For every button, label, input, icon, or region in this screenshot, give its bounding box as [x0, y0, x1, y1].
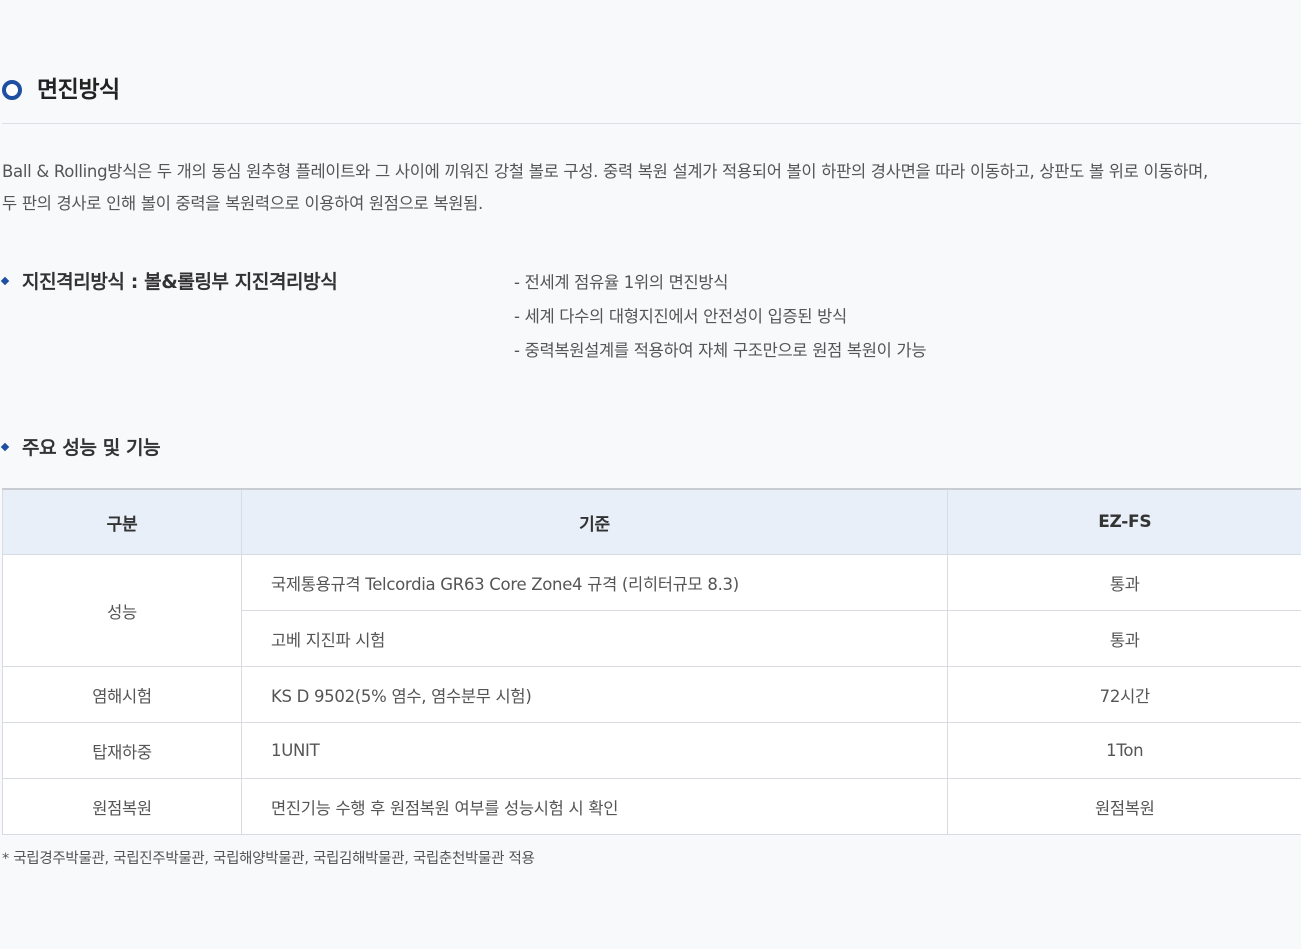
circle-bullet-icon: [2, 80, 22, 100]
section-title: 면진방식: [37, 77, 120, 103]
category-cell: 염해시험: [2, 666, 242, 723]
performance-title-row: 주요 성능 및 기능: [0, 432, 1301, 464]
table-header-row: 구분 기준 EZ-FS: [2, 488, 1301, 555]
standard-cell: 고베 지진파 시험: [241, 610, 948, 667]
footnote: * 국립경주박물관, 국립진주박물관, 국립해양박물관, 국립김해박물관, 국립…: [2, 851, 535, 867]
performance-table: 구분 기준 EZ-FS 성능 국제통용규격 Telcordia GR63 Cor…: [2, 488, 1301, 835]
column-header-result: EZ-FS: [947, 488, 1301, 555]
list-item: - 중력복원설계를 적용하여 자체 구조만으로 원점 복원이 가능: [514, 341, 927, 360]
performance-title: 주요 성능 및 기능: [22, 437, 161, 459]
category-cell: 탑재하중: [2, 722, 242, 779]
performance-table-wrapper: 구분 기준 EZ-FS 성능 국제통용규격 Telcordia GR63 Cor…: [2, 488, 1301, 835]
list-item: - 세계 다수의 대형지진에서 안전성이 입증된 방식: [514, 307, 847, 326]
list-item: - 전세계 점유율 1위의 면진방식: [514, 273, 729, 292]
category-cell: 성능: [2, 554, 242, 667]
category-cell: 원점복원: [2, 778, 242, 835]
standard-cell: KS D 9502(5% 염수, 염수분무 시험): [241, 666, 948, 723]
isolation-method: 지진격리방식 : 볼&롤링부 지진격리방식 - 전세계 점유율 1위의 면진방식…: [0, 266, 1301, 368]
result-cell: 72시간: [947, 666, 1301, 723]
table-row: 성능 국제통용규격 Telcordia GR63 Core Zone4 규격 (…: [2, 554, 1301, 667]
table-row: 염해시험 KS D 9502(5% 염수, 염수분무 시험) 72시간: [2, 666, 1301, 723]
standard-cell: 국제통용규격 Telcordia GR63 Core Zone4 규격 (리히터…: [241, 554, 948, 611]
result-cell: 1Ton: [947, 722, 1301, 779]
result-cell: 통과: [947, 554, 1301, 611]
description-line: 두 판의 경사로 인해 볼이 중력을 복원력으로 이용하여 원점으로 복원됨.: [2, 194, 483, 213]
table-row: 탑재하중 1UNIT 1Ton: [2, 722, 1301, 779]
diamond-bullet-icon: [0, 276, 10, 285]
section-header: 면진방식: [2, 72, 1301, 124]
diamond-bullet-icon: [0, 442, 10, 451]
column-header-category: 구분: [2, 488, 242, 555]
table-row: 원점복원 면진기능 수행 후 원점복원 여부를 성능시험 시 확인 원점복원: [2, 778, 1301, 835]
standard-cell: 1UNIT: [241, 722, 948, 779]
isolation-title-row: 지진격리방식 : 볼&롤링부 지진격리방식: [0, 266, 338, 298]
standard-cell: 면진기능 수행 후 원점복원 여부를 성능시험 시 확인: [241, 778, 948, 835]
description-line: Ball & Rolling방식은 두 개의 동심 원추형 플레이트와 그 사이…: [2, 162, 1208, 181]
result-cell: 원점복원: [947, 778, 1301, 835]
isolation-title: 지진격리방식 : 볼&롤링부 지진격리방식: [22, 271, 338, 293]
result-cell: 통과: [947, 610, 1301, 667]
column-header-standard: 기준: [241, 488, 948, 555]
isolation-feature-list: - 전세계 점유율 1위의 면진방식 - 세계 다수의 대형지진에서 안전성이 …: [514, 266, 927, 368]
description: Ball & Rolling방식은 두 개의 동심 원추형 플레이트와 그 사이…: [2, 156, 1301, 220]
